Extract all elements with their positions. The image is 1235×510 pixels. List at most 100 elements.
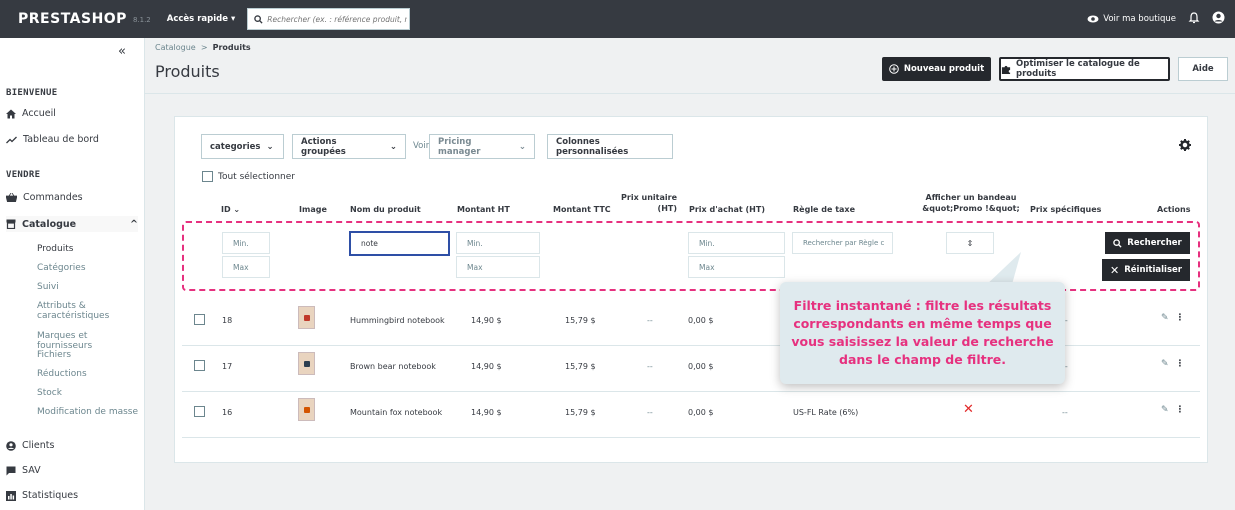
quick-access-menu[interactable]: Accès rapide ▾ (167, 14, 236, 24)
col-id[interactable]: ID ⌄ (221, 204, 240, 215)
page-title: Produits (155, 62, 220, 81)
new-product-label: Nouveau produit (903, 64, 985, 74)
sidebar-sub-marques[interactable]: Marques et fournisseurs (37, 331, 144, 351)
row-ttc[interactable]: 15,79 $ (565, 408, 596, 417)
col-ttc[interactable]: Montant TTC (553, 204, 611, 215)
custom-columns-button[interactable]: Colonnes personnalisées (547, 134, 673, 159)
filter-id-max[interactable]: Max (222, 256, 270, 278)
col-unit-price[interactable]: Prix unitaire (HT) (621, 192, 677, 214)
row-unit-price: -- (647, 316, 653, 325)
col-image: Image (299, 205, 327, 214)
col-specific[interactable]: Prix spécifiques (1030, 204, 1101, 215)
row-checkbox[interactable] (194, 314, 205, 325)
global-search[interactable] (247, 8, 411, 30)
sidebar-sub-modification[interactable]: Modification de masse (37, 407, 138, 417)
new-product-button[interactable]: Nouveau produit (882, 57, 991, 81)
gear-icon[interactable] (1179, 139, 1191, 151)
product-thumbnail-mark (303, 360, 310, 367)
row-actions: ✎ ⋮ (1161, 313, 1185, 323)
caret-down-icon: ▾ (230, 14, 236, 24)
edit-icon[interactable]: ✎ (1161, 359, 1169, 369)
sidebar-label: Clients (22, 440, 55, 451)
filter-purchase-min[interactable]: Min. (688, 232, 785, 254)
sidebar-sub-fichiers[interactable]: Fichiers (37, 350, 71, 360)
sidebar-item-sav[interactable]: SAV (6, 465, 138, 476)
col-purchase[interactable]: Prix d'achat (HT) (689, 204, 765, 215)
sidebar-sub-suivi[interactable]: Suivi (37, 282, 59, 292)
search-button[interactable]: Rechercher (1105, 232, 1190, 254)
row-id: 18 (222, 316, 233, 325)
select-all-checkbox[interactable]: Tout sélectionner (202, 171, 295, 182)
row-product-name[interactable]: Brown bear notebook (350, 362, 436, 371)
breadcrumb-root[interactable]: Catalogue (155, 43, 196, 52)
row-ht[interactable]: 14,90 $ (471, 408, 502, 417)
col-name[interactable]: Nom du produit (350, 204, 421, 215)
bell-icon[interactable] (1188, 11, 1200, 27)
row-ttc[interactable]: 15,79 $ (565, 316, 596, 325)
filter-id-min[interactable]: Min. (222, 232, 270, 254)
sidebar-sub-stock[interactable]: Stock (37, 388, 62, 398)
row-divider (182, 437, 1200, 438)
product-thumbnail[interactable] (298, 398, 315, 421)
help-button[interactable]: Aide (1178, 57, 1228, 81)
row-ht[interactable]: 14,90 $ (471, 316, 502, 325)
row-purchase[interactable]: 0,00 $ (688, 316, 713, 325)
filter-promo-select[interactable]: ⇕ (946, 232, 994, 254)
col-promo-banner[interactable]: Afficher un bandeau &quot;Promo !&quot; (913, 192, 1029, 214)
sidebar-item-dashboard[interactable]: Tableau de bord (6, 134, 138, 145)
row-product-name[interactable]: Hummingbird notebook (350, 316, 445, 325)
breadcrumb-separator: > (200, 43, 208, 52)
edit-icon[interactable]: ✎ (1161, 313, 1169, 323)
row-ttc[interactable]: 15,79 $ (565, 362, 596, 371)
row-product-name[interactable]: Mountain fox notebook (350, 408, 442, 417)
pricing-label: Pricing manager (438, 136, 481, 157)
view-shop-link[interactable]: Voir ma boutique (1087, 14, 1176, 24)
global-search-input[interactable] (267, 14, 408, 24)
breadcrumb: Catalogue > Produits (155, 43, 251, 52)
collapse-sidebar-button[interactable]: « (118, 44, 126, 59)
row-purchase[interactable]: 0,00 $ (688, 408, 713, 417)
instant-filter-tooltip: Filtre instantané : filtre les résultats… (780, 282, 1065, 384)
sidebar-sub-attributs[interactable]: Attributs & caractéristiques (37, 301, 109, 321)
sidebar-item-stats[interactable]: Statistiques (6, 490, 138, 501)
categories-dropdown[interactable]: categories ⌄ (201, 134, 284, 159)
filter-name-input[interactable]: note (349, 231, 450, 256)
sidebar-item-clients[interactable]: Clients (6, 440, 138, 451)
sidebar-sub-produits[interactable]: Produits (37, 244, 73, 254)
optimize-catalog-button[interactable]: Optimiser le catalogue de produits (999, 57, 1170, 81)
sidebar-sub-reductions[interactable]: Réductions (37, 369, 87, 379)
row-checkbox[interactable] (194, 406, 205, 417)
version-label: 8.1.2 (132, 16, 151, 24)
tooltip-line: dans le champ de filtre. (839, 352, 1006, 367)
reset-button[interactable]: ✕ Réinitialiser (1102, 259, 1190, 281)
pricing-manager-select[interactable]: Pricing manager ⌄ (429, 134, 535, 159)
col-tax[interactable]: Règle de taxe (793, 204, 855, 215)
user-account-icon[interactable] (1212, 11, 1225, 27)
product-thumbnail[interactable] (298, 352, 315, 375)
more-vertical-icon[interactable]: ⋮ (1176, 405, 1185, 415)
more-vertical-icon[interactable]: ⋮ (1176, 313, 1185, 323)
row-checkbox[interactable] (194, 360, 205, 371)
promo-disabled-icon[interactable]: ✕ (963, 402, 974, 417)
chevron-down-icon: ⌄ (389, 141, 397, 152)
product-thumbnail[interactable] (298, 306, 315, 329)
row-purchase[interactable]: 0,00 $ (688, 362, 713, 371)
header-divider (145, 93, 1235, 94)
sidebar-item-commandes[interactable]: Commandes (6, 192, 138, 203)
col-ht[interactable]: Montant HT (457, 204, 510, 215)
edit-icon[interactable]: ✎ (1161, 405, 1169, 415)
sidebar-item-accueil[interactable]: Accueil (6, 108, 138, 119)
sidebar-sub-categories[interactable]: Catégories (37, 263, 86, 273)
more-vertical-icon[interactable]: ⋮ (1176, 359, 1185, 369)
prestashop-logo[interactable]: PRESTASHOP (18, 11, 127, 27)
plus-circle-icon (889, 64, 899, 74)
filter-tax-input[interactable]: Rechercher par Règle c (792, 232, 893, 254)
sidebar-item-catalogue[interactable]: Catalogue ^ (6, 216, 138, 232)
filter-ht-min[interactable]: Min. (456, 232, 540, 254)
col-id-label: ID (221, 205, 231, 214)
bulk-actions-dropdown[interactable]: Actions groupées ⌄ (292, 134, 406, 159)
row-ht[interactable]: 14,90 $ (471, 362, 502, 371)
filter-ht-max[interactable]: Max (456, 256, 540, 278)
checkbox[interactable] (202, 171, 213, 182)
filter-purchase-max[interactable]: Max (688, 256, 785, 278)
